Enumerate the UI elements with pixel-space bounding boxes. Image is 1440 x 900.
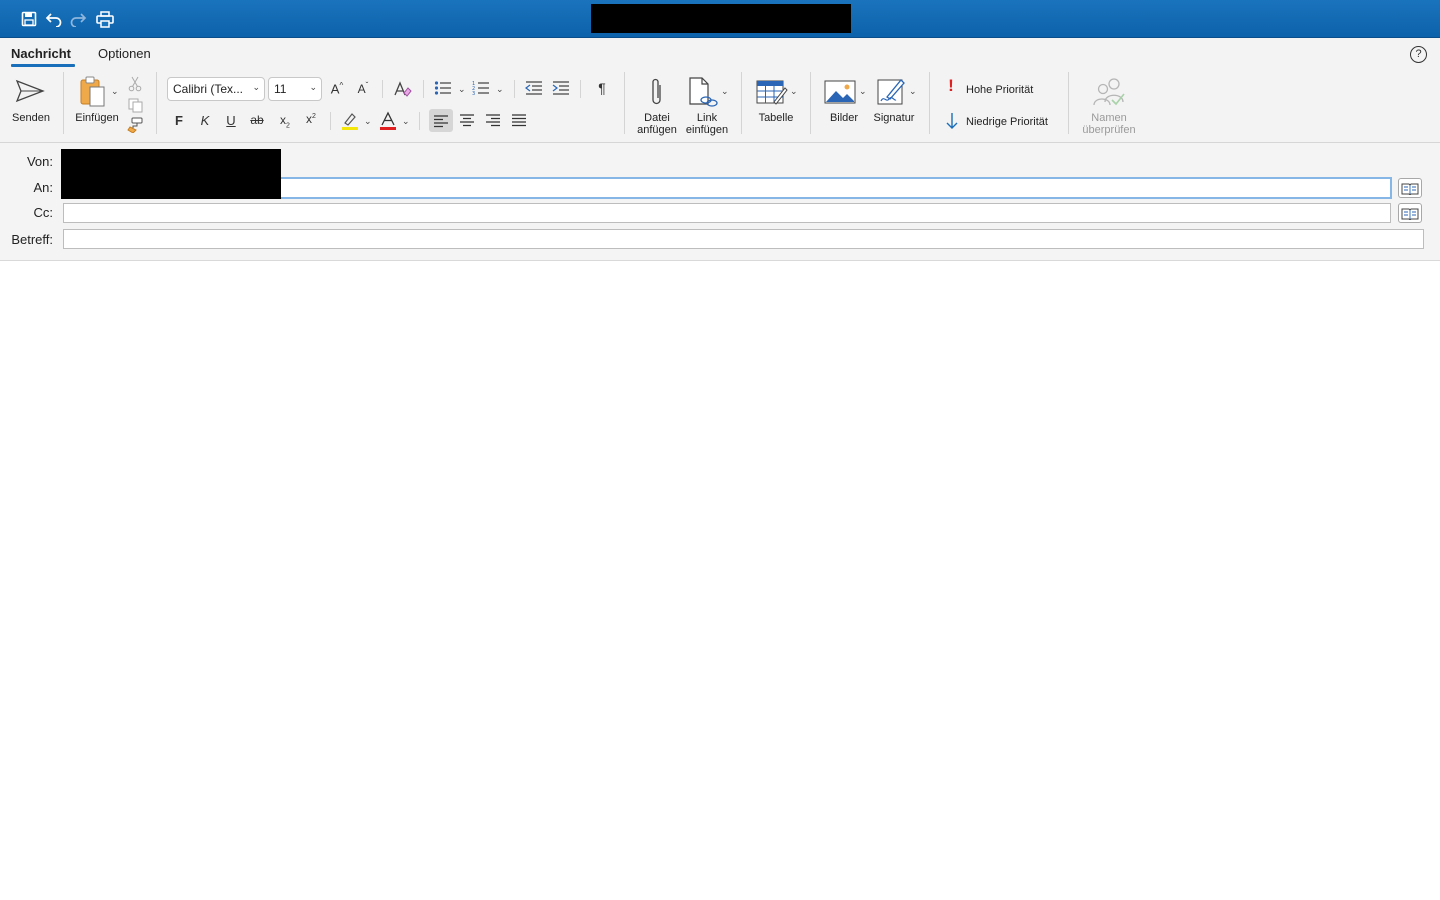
ribbon-separator	[330, 112, 331, 130]
highlight-color-icon[interactable]	[340, 111, 360, 131]
low-priority-icon[interactable]	[943, 112, 961, 130]
check-names-label-1[interactable]: Namen	[1074, 112, 1144, 124]
copy-icon[interactable]	[127, 97, 143, 113]
title-bar	[0, 0, 1440, 38]
link-icon[interactable]	[688, 76, 718, 108]
print-icon[interactable]	[95, 10, 115, 28]
address-book-icon[interactable]	[1398, 203, 1422, 223]
ribbon-separator	[423, 80, 424, 98]
signature-button-label[interactable]: Signatur	[866, 112, 922, 124]
cut-icon[interactable]	[127, 76, 143, 92]
window-title-redacted	[591, 4, 851, 33]
ribbon-separator	[419, 112, 420, 130]
active-tab-indicator	[11, 64, 75, 67]
ribbon-separator	[63, 72, 64, 134]
address-book-icon[interactable]	[1398, 178, 1422, 198]
chevron-down-icon[interactable]: ⌄	[496, 84, 504, 95]
ribbon-separator	[929, 72, 930, 134]
subscript-icon[interactable]: x2	[275, 113, 295, 129]
font-color-icon[interactable]	[378, 111, 398, 131]
check-names-label-2[interactable]: überprüfen	[1074, 124, 1144, 136]
chevron-down-icon[interactable]: ⌄	[790, 86, 798, 97]
align-left-icon[interactable]	[429, 109, 453, 132]
ribbon-separator	[624, 72, 625, 134]
font-size-dropdown[interactable]: 11 ⌄	[268, 77, 322, 101]
paste-button-label[interactable]: Einfügen	[72, 112, 122, 124]
subject-label: Betreff:	[11, 232, 53, 247]
pictures-icon[interactable]	[823, 78, 857, 106]
strikethrough-button[interactable]: ab	[247, 113, 267, 127]
high-priority-label[interactable]: Hohe Priorität	[966, 84, 1033, 96]
ribbon-separator	[1068, 72, 1069, 134]
chevron-down-icon[interactable]: ⌄	[721, 86, 729, 97]
message-body[interactable]	[0, 262, 1440, 900]
svg-text:3: 3	[472, 91, 475, 96]
save-icon[interactable]	[19, 10, 39, 28]
ribbon-tabs: Nachricht Optionen	[0, 38, 1440, 68]
ribbon-separator	[741, 72, 742, 134]
check-names-icon[interactable]	[1092, 76, 1126, 108]
attach-file-label-2[interactable]: anfügen	[632, 124, 682, 136]
chevron-down-icon[interactable]: ⌄	[458, 84, 466, 95]
send-button-label[interactable]: Senden	[8, 112, 54, 124]
chevron-down-icon[interactable]: ⌄	[909, 86, 917, 97]
table-icon[interactable]	[755, 77, 789, 109]
bullet-list-icon[interactable]	[434, 80, 452, 96]
numbered-list-icon[interactable]: 123	[472, 80, 490, 96]
ribbon-separator	[580, 80, 581, 98]
attach-file-label-1[interactable]: Datei	[632, 112, 682, 124]
font-size-value: 11	[274, 82, 287, 96]
increase-indent-icon[interactable]	[552, 80, 570, 96]
ribbon-separator	[514, 80, 515, 98]
grow-font-icon[interactable]: A^	[327, 81, 347, 96]
shrink-font-icon[interactable]: Aˇ	[353, 81, 373, 96]
tab-nachricht[interactable]: Nachricht	[11, 46, 71, 61]
high-priority-icon[interactable]: !	[945, 77, 957, 94]
chevron-down-icon: ⌄	[252, 82, 260, 92]
redo-icon[interactable]	[68, 10, 88, 28]
underline-button[interactable]: U	[221, 113, 241, 128]
cc-label: Cc:	[33, 205, 54, 220]
italic-button[interactable]: K	[195, 113, 215, 128]
clear-formatting-icon[interactable]	[393, 80, 413, 98]
signature-icon[interactable]	[876, 76, 908, 108]
decrease-indent-icon[interactable]	[525, 80, 543, 96]
chevron-down-icon[interactable]: ⌄	[402, 116, 410, 127]
from-label: Von:	[26, 154, 53, 169]
insert-link-label-2[interactable]: einfügen	[682, 124, 732, 136]
insert-link-label-1[interactable]: Link	[682, 112, 732, 124]
bold-button[interactable]: F	[169, 113, 189, 128]
chevron-down-icon: ⌄	[309, 82, 317, 92]
paste-icon[interactable]	[77, 76, 109, 108]
pictures-button-label[interactable]: Bilder	[820, 112, 868, 124]
cc-field[interactable]	[63, 203, 1391, 223]
font-name-value: Calibri (Tex...	[173, 82, 244, 96]
send-icon[interactable]	[14, 78, 46, 104]
to-label: An:	[33, 180, 53, 195]
ribbon-separator	[382, 80, 383, 98]
chevron-down-icon[interactable]: ⌄	[364, 116, 372, 127]
paperclip-icon[interactable]	[645, 76, 669, 108]
table-button-label[interactable]: Tabelle	[750, 112, 802, 124]
paste-chevron-icon[interactable]: ⌄	[111, 86, 119, 97]
tab-optionen[interactable]: Optionen	[98, 46, 151, 61]
ribbon-separator	[810, 72, 811, 134]
font-name-dropdown[interactable]: Calibri (Tex... ⌄	[167, 77, 265, 101]
chevron-down-icon[interactable]: ⌄	[859, 86, 867, 97]
from-account-redacted[interactable]	[61, 149, 281, 199]
undo-icon[interactable]	[44, 10, 64, 28]
superscript-icon[interactable]: x2	[301, 112, 321, 126]
low-priority-label[interactable]: Niedrige Priorität	[966, 116, 1048, 128]
ribbon-separator	[156, 72, 157, 134]
show-formatting-icon[interactable]: ¶	[592, 80, 612, 96]
align-right-icon[interactable]	[484, 112, 502, 128]
help-icon[interactable]: ?	[1410, 46, 1427, 63]
justify-icon[interactable]	[510, 112, 528, 128]
format-painter-icon[interactable]	[127, 117, 143, 133]
subject-field[interactable]	[63, 229, 1424, 249]
align-center-icon[interactable]	[458, 112, 476, 128]
